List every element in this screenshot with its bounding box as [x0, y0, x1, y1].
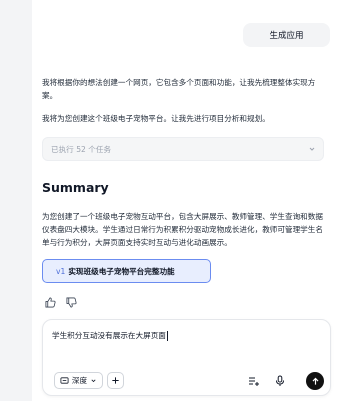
arrow-up-icon	[312, 377, 318, 385]
user-message-bubble: 生成应用	[243, 23, 330, 47]
thumbs-down-icon[interactable]	[66, 293, 77, 308]
tasks-label: 已执行 52 个任务	[51, 144, 112, 154]
chevron-down-icon	[309, 147, 315, 151]
plus-icon	[112, 377, 119, 384]
assistant-plan-text: 我将为您创建这个班级电子宠物平台。让我先进行项目分析和规划。	[42, 114, 270, 123]
mode-icon	[60, 377, 69, 384]
mode-selector-button[interactable]: 深度	[54, 372, 103, 389]
version-card-button[interactable]: v1 实现班级电子宠物平台完整功能	[42, 259, 211, 283]
summary-text: 为您创建了一个班级电子宠物互动平台，包含大屏展示、教师管理、学生查询和数据仪表盘…	[42, 212, 323, 247]
mode-label: 深度	[71, 376, 88, 385]
send-button[interactable]	[306, 372, 324, 390]
feedback-bar	[45, 293, 77, 308]
user-message-text: 生成应用	[269, 31, 304, 41]
message-composer[interactable]: 学生积分互动没有展示在大屏页面 深度	[42, 319, 331, 396]
assistant-intro-text: 我将根据你的想法创建一个网页，它包含多个页面和功能，让我先梳理整体实现方案。	[42, 78, 316, 100]
version-tag: v1	[56, 266, 66, 276]
composer-input-text: 学生积分互动没有展示在大屏页面	[52, 331, 166, 340]
version-label: 实现班级电子宠物平台完整功能	[68, 266, 175, 276]
add-list-icon[interactable]	[248, 375, 260, 387]
microphone-icon[interactable]	[274, 375, 286, 387]
chevron-down-icon	[91, 379, 96, 383]
add-attachment-button[interactable]	[107, 372, 124, 389]
composer-input[interactable]: 学生积分互动没有展示在大屏页面	[52, 330, 168, 341]
thumbs-up-icon[interactable]	[45, 293, 56, 308]
summary-heading: Summary	[42, 180, 109, 195]
tasks-collapsible[interactable]: 已执行 52 个任务	[42, 137, 324, 161]
text-caret	[166, 331, 168, 341]
